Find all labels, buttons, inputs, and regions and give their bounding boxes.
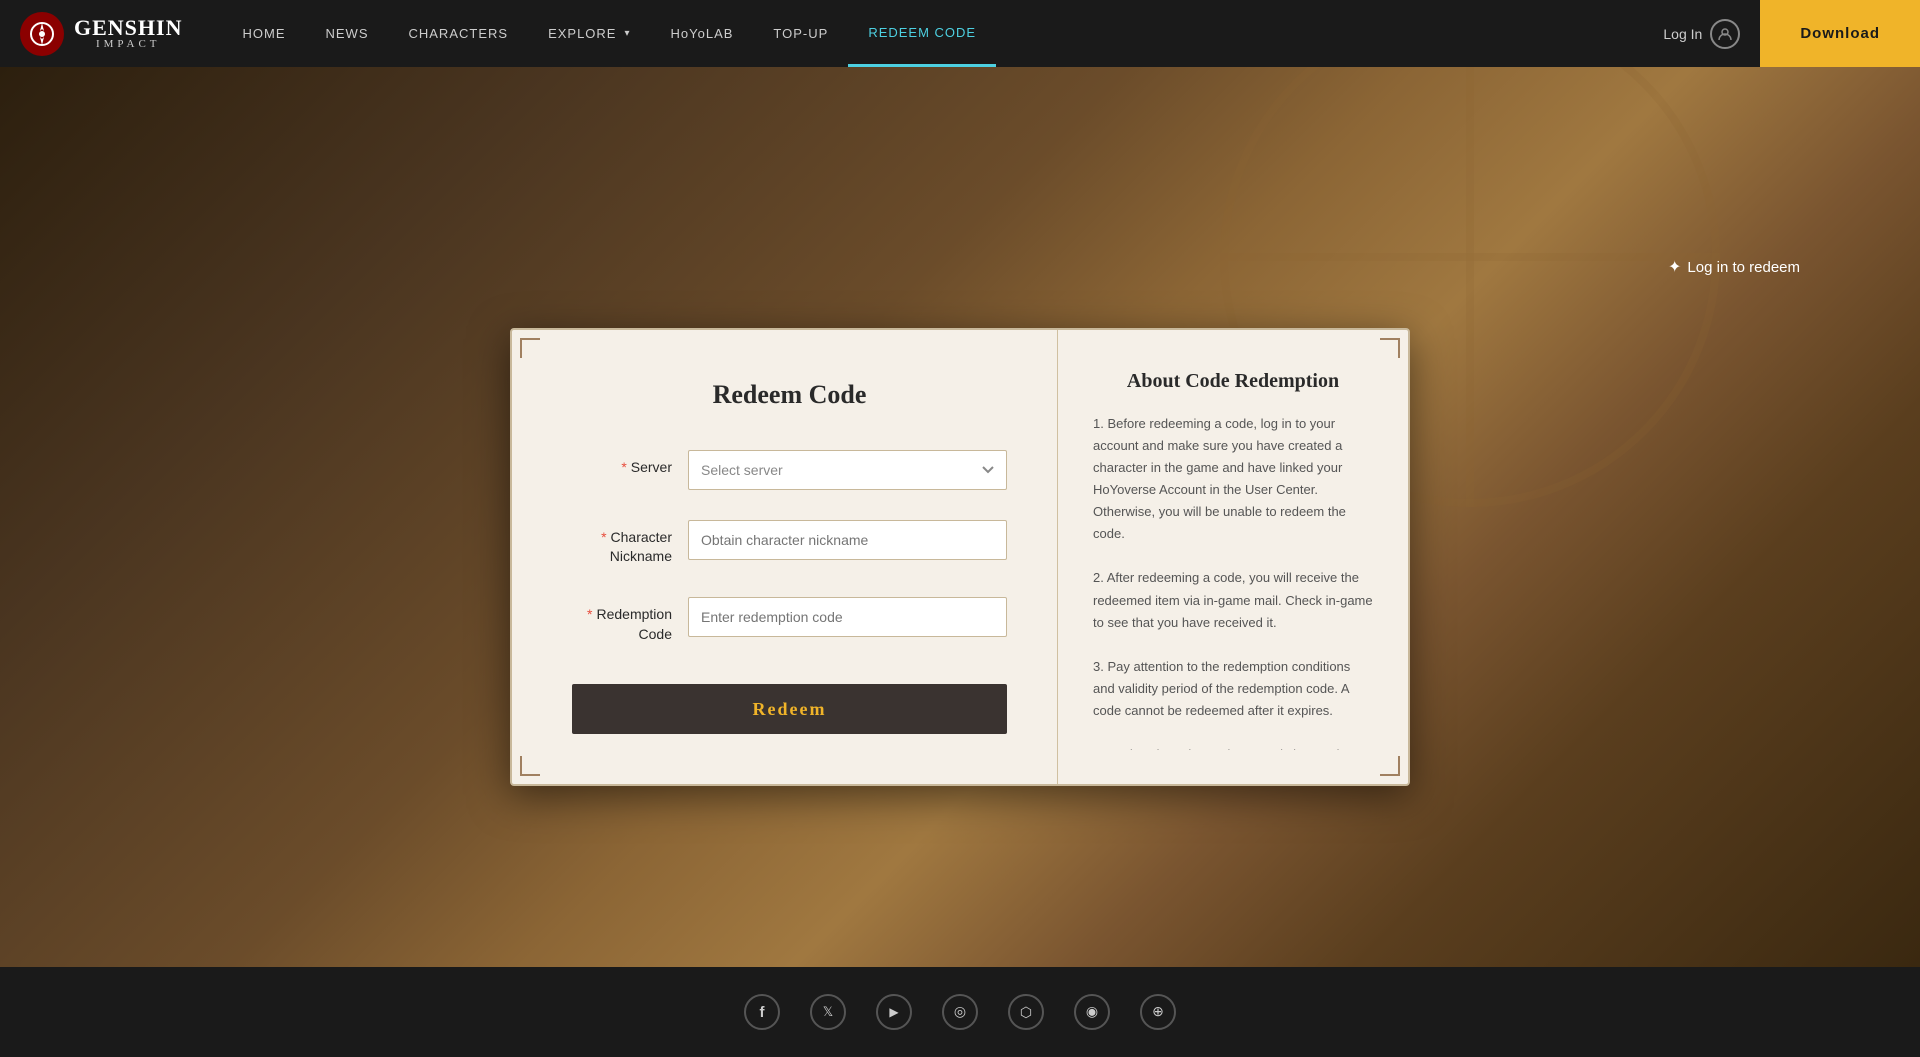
nav-home-link[interactable]: HOME xyxy=(222,0,305,67)
navbar: GENSHIN IMPACT HOME NEWS CHARACTERS EXPL… xyxy=(0,0,1920,67)
required-star-server: * xyxy=(621,459,626,475)
sidebar-item-home[interactable]: HOME xyxy=(222,0,305,67)
corner-tl-decoration xyxy=(520,338,540,358)
footer: f 𝕏 ▶ ◎ ⬡ ◉ ⊕ xyxy=(0,967,1920,1057)
sidebar-item-news[interactable]: NEWS xyxy=(305,0,388,67)
nav-redeemcode-link[interactable]: REDEEM CODE xyxy=(848,0,996,67)
navbar-right: Log In Download xyxy=(1643,0,1920,67)
logo-sub: IMPACT xyxy=(74,39,182,50)
corner-tr-decoration xyxy=(1380,338,1400,358)
star-icon: ✦ xyxy=(1668,257,1681,277)
youtube-link[interactable]: ▶ xyxy=(876,994,912,1030)
bilibili-link[interactable]: ⊕ xyxy=(1140,994,1176,1030)
twitter-link[interactable]: 𝕏 xyxy=(810,994,846,1030)
required-star-code: * xyxy=(587,606,592,622)
server-select[interactable]: Select server America Europe Asia TW/HK/… xyxy=(688,450,1007,490)
code-row: *RedemptionCode xyxy=(572,597,1007,644)
sidebar-item-explore[interactable]: EXPLORE ▾ xyxy=(528,0,650,67)
chevron-down-icon: ▾ xyxy=(624,28,630,39)
bilibili-icon: ⊕ xyxy=(1152,1004,1164,1021)
navbar-left: GENSHIN IMPACT HOME NEWS CHARACTERS EXPL… xyxy=(20,0,996,67)
code-input[interactable] xyxy=(688,597,1007,637)
logo-area[interactable]: GENSHIN IMPACT xyxy=(20,12,182,56)
sidebar-item-hoyolab[interactable]: HoYoLAB xyxy=(651,0,754,67)
info-title: About Code Redemption xyxy=(1093,370,1373,393)
sidebar-item-characters[interactable]: CHARACTERS xyxy=(388,0,528,67)
server-row: *Server Select server America Europe Asi… xyxy=(572,450,1007,490)
discord-icon: ⬡ xyxy=(1020,1004,1032,1021)
nav-explore-link[interactable]: EXPLORE ▾ xyxy=(528,0,650,67)
twitter-icon: 𝕏 xyxy=(823,1004,833,1020)
code-label: *RedemptionCode xyxy=(572,597,672,644)
redeem-form-panel: Redeem Code *Server Select server Americ… xyxy=(512,330,1058,784)
character-label: *CharacterNickname xyxy=(572,520,672,567)
youtube-icon: ▶ xyxy=(889,1005,898,1020)
nav-news-link[interactable]: NEWS xyxy=(305,0,388,67)
nav-topup-link[interactable]: TOP-UP xyxy=(753,0,848,67)
login-label: Log In xyxy=(1663,26,1702,42)
redeem-form-title: Redeem Code xyxy=(572,380,1007,410)
instagram-icon: ◎ xyxy=(954,1004,966,1021)
redeem-button[interactable]: Redeem xyxy=(572,684,1007,734)
required-star-character: * xyxy=(601,529,606,545)
facebook-link[interactable]: f xyxy=(744,994,780,1030)
info-text: 1. Before redeeming a code, log in to yo… xyxy=(1093,413,1373,750)
server-label: *Server xyxy=(572,450,672,478)
logo-icon xyxy=(20,12,64,56)
hero-section: ✦ Log in to redeem Redeem Code *Server S… xyxy=(0,67,1920,967)
reddit-icon: ◉ xyxy=(1086,1004,1098,1021)
facebook-icon: f xyxy=(760,1004,765,1021)
login-redeem-hint[interactable]: ✦ Log in to redeem xyxy=(1668,257,1800,277)
corner-br-decoration xyxy=(1380,756,1400,776)
logo-text: GENSHIN IMPACT xyxy=(74,17,182,50)
character-input[interactable] xyxy=(688,520,1007,560)
login-area[interactable]: Log In xyxy=(1643,19,1760,49)
nav-characters-link[interactable]: CHARACTERS xyxy=(388,0,528,67)
download-button[interactable]: Download xyxy=(1760,0,1920,67)
discord-link[interactable]: ⬡ xyxy=(1008,994,1044,1030)
sidebar-item-redeemcode[interactable]: REDEEM CODE xyxy=(848,0,996,67)
corner-bl-decoration xyxy=(520,756,540,776)
sidebar-item-topup[interactable]: TOP-UP xyxy=(753,0,848,67)
character-row: *CharacterNickname xyxy=(572,520,1007,567)
instagram-link[interactable]: ◎ xyxy=(942,994,978,1030)
nav-hoyolab-link[interactable]: HoYoLAB xyxy=(651,0,754,67)
redeem-info-panel: About Code Redemption 1. Before redeemin… xyxy=(1058,330,1408,750)
user-icon xyxy=(1710,19,1740,49)
login-redeem-label: Log in to redeem xyxy=(1687,259,1800,276)
reddit-link[interactable]: ◉ xyxy=(1074,994,1110,1030)
nav-links: HOME NEWS CHARACTERS EXPLORE ▾ HoYoLAB T… xyxy=(222,0,996,67)
redeem-card: Redeem Code *Server Select server Americ… xyxy=(510,328,1410,786)
logo-main: GENSHIN xyxy=(74,17,182,39)
